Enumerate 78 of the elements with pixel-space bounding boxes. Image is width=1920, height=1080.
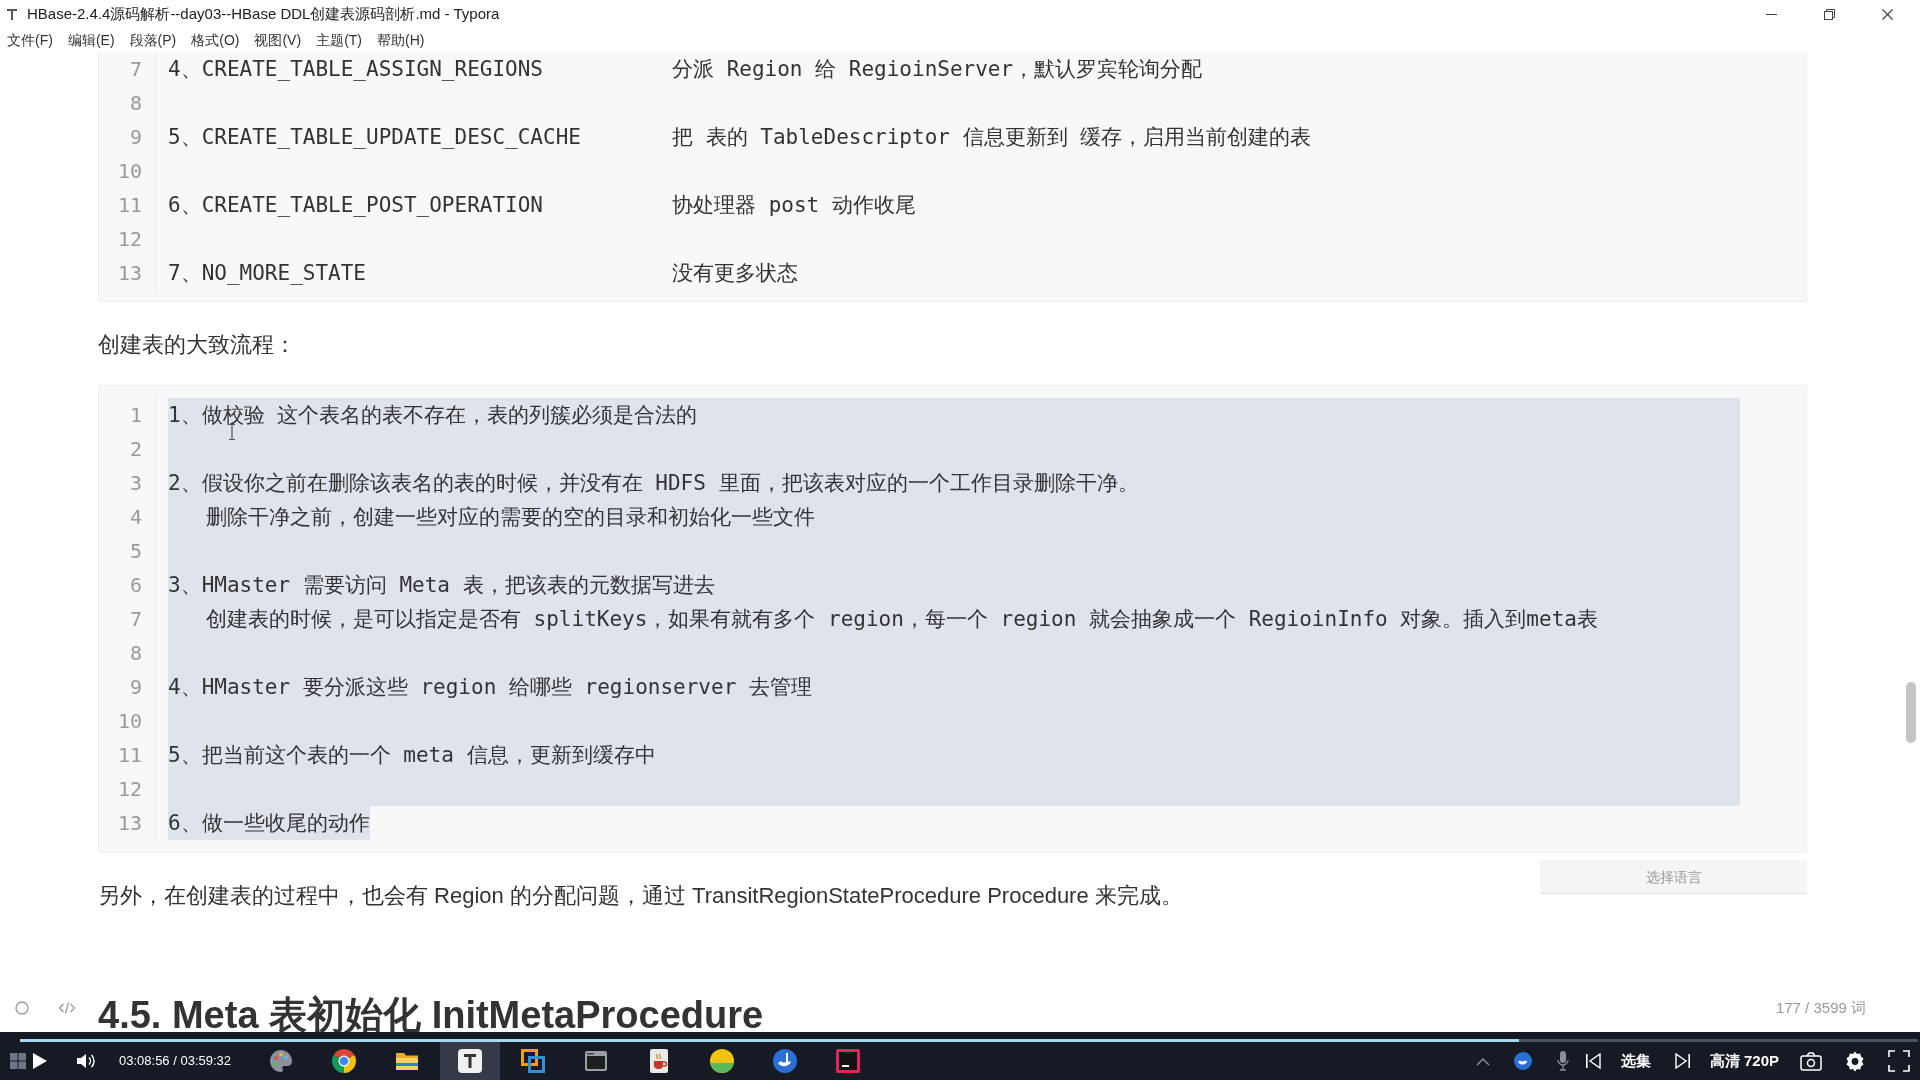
code-text: 2、假设你之前在删除该表名的表的时候，并没有在 HDFS 里面，把该表对应的一个工作目录删除干净。	[168, 466, 1740, 500]
minimize-icon	[1765, 13, 1777, 15]
round-app-icon[interactable]	[771, 1047, 799, 1075]
line-number: 11	[117, 192, 142, 219]
line-number: 12	[117, 226, 142, 253]
sidebar-toggle-icon[interactable]	[15, 1001, 29, 1015]
line-number: 2	[129, 436, 142, 463]
line-number: 8	[129, 640, 142, 667]
line-number: 10	[117, 708, 142, 735]
skip-back-icon[interactable]	[1584, 1053, 1601, 1069]
code-text: 4、HMaster 要分派这些 region 给哪些 regionserver 去管理	[168, 670, 1740, 704]
settings-icon[interactable]	[1844, 1050, 1866, 1072]
code-text: 7、NO_MORE_STATE	[168, 261, 366, 285]
section-heading: 4.5. Meta 表初始化 InitMetaProcedure	[98, 993, 764, 1038]
text-cursor-icon	[228, 424, 236, 440]
menu-item[interactable]: 视图(V)	[254, 30, 302, 50]
line-number: 7	[129, 606, 142, 633]
code-text: 1、做校验 这个表名的表不存在，表的列簇必须是合法的	[168, 398, 1740, 432]
line-number: 13	[117, 810, 142, 837]
code-text: 删除干净之前，创建一些对应的需要的空的目录和初始化一些文件	[168, 500, 1740, 534]
progress-track[interactable]	[20, 1039, 1918, 1042]
microphone-icon[interactable]	[1556, 1051, 1569, 1071]
round-logo-icon[interactable]	[330, 1047, 358, 1075]
quality-button[interactable]: 高清 720P	[1709, 1049, 1779, 1073]
line-number: 10	[117, 158, 142, 185]
volume-icon[interactable]	[76, 1052, 96, 1070]
episodes-button[interactable]: 选集	[1620, 1049, 1651, 1073]
fullscreen-icon[interactable]	[1888, 1050, 1910, 1072]
code-text: 6、CREATE_TABLE_POST_OPERATION	[168, 193, 543, 217]
scrollbar-thumb[interactable]	[1906, 682, 1916, 743]
time-display: 03:08:56 / 03:59:32	[119, 1052, 232, 1071]
line-number: 1	[129, 402, 142, 429]
code-text: 6、做一些收尾的动作	[168, 806, 370, 840]
line-number: 12	[117, 776, 142, 803]
chevron-up-icon[interactable]	[1475, 1056, 1490, 1066]
ball-icon[interactable]	[708, 1047, 736, 1075]
skip-forward-icon[interactable]	[1674, 1053, 1691, 1069]
paragraph-text: 另外，在创建表的过程中，也会有 Region 的分配问题，通过 TransitRegionStateProcedure Procedure 来完成。	[98, 882, 1183, 910]
line-number: 9	[129, 124, 142, 151]
play-icon[interactable]	[33, 1053, 47, 1069]
line-number: 11	[117, 742, 142, 769]
code-text: 5、把当前这个表的一个 meta 信息，更新到缓存中	[168, 738, 1740, 772]
code-text: 协处理器 post 动作收尾	[672, 193, 916, 217]
start-menu-icon[interactable]	[10, 1053, 26, 1069]
menu-item[interactable]: 主题(T)	[316, 30, 362, 50]
menu-item[interactable]: 文件(F)	[7, 30, 53, 50]
source-code-icon[interactable]	[58, 1001, 76, 1015]
window-title: HBase-2.4.4源码解析--day03--HBase DDL创建表源码剖析.md - Typora	[27, 3, 500, 24]
overlapping-squares-icon[interactable]	[519, 1047, 547, 1075]
paragraph-text: 创建表的大致流程：	[98, 331, 296, 359]
code-text: 没有更多状态	[672, 261, 798, 285]
close-icon	[1881, 8, 1893, 20]
line-number: 9	[129, 674, 142, 701]
round-tray-icon[interactable]	[1512, 1051, 1533, 1071]
line-number: 3	[129, 470, 142, 497]
code-text: 分派 Region 给 RegioinServer，默认罗宾轮询分配	[672, 57, 1203, 81]
line-number: 8	[129, 90, 142, 117]
menu-item[interactable]: 帮助(H)	[377, 30, 425, 50]
code-text: 3、HMaster 需要访问 Meta 表，把该表的元数据写进去	[168, 568, 1740, 602]
code-text: 4、CREATE_TABLE_ASSIGN_REGIONS	[168, 57, 543, 81]
code-text: 创建表的时候，是可以指定是否有 splitKeys，如果有就有多个 region，每一个 region 就会抽象成一个 RegioinInfo 对象。插入到meta表	[168, 602, 1740, 636]
language-field[interactable]: 选择语言	[1540, 860, 1807, 894]
menu-item[interactable]: 编辑(E)	[67, 30, 115, 50]
code-text: 5、CREATE_TABLE_UPDATE_DESC_CACHE	[168, 125, 581, 149]
line-number: 13	[117, 260, 142, 287]
restore-icon	[1823, 8, 1835, 20]
menu-item[interactable]: 格式(O)	[191, 30, 240, 50]
dark-tile-icon[interactable]	[834, 1047, 862, 1075]
code-text: 把 表的 TableDescriptor 信息更新到 缓存，启用当前创建的表	[672, 125, 1312, 149]
menu-item[interactable]: 段落(P)	[129, 30, 177, 50]
line-number: 4	[129, 504, 142, 531]
line-number: 5	[129, 538, 142, 565]
line-number: 6	[129, 572, 142, 599]
app-logo-icon	[6, 8, 18, 20]
line-number: 7	[129, 56, 142, 83]
palette-icon[interactable]	[267, 1047, 295, 1075]
t-tile-icon[interactable]	[456, 1047, 484, 1075]
camera-icon[interactable]	[1800, 1051, 1822, 1071]
